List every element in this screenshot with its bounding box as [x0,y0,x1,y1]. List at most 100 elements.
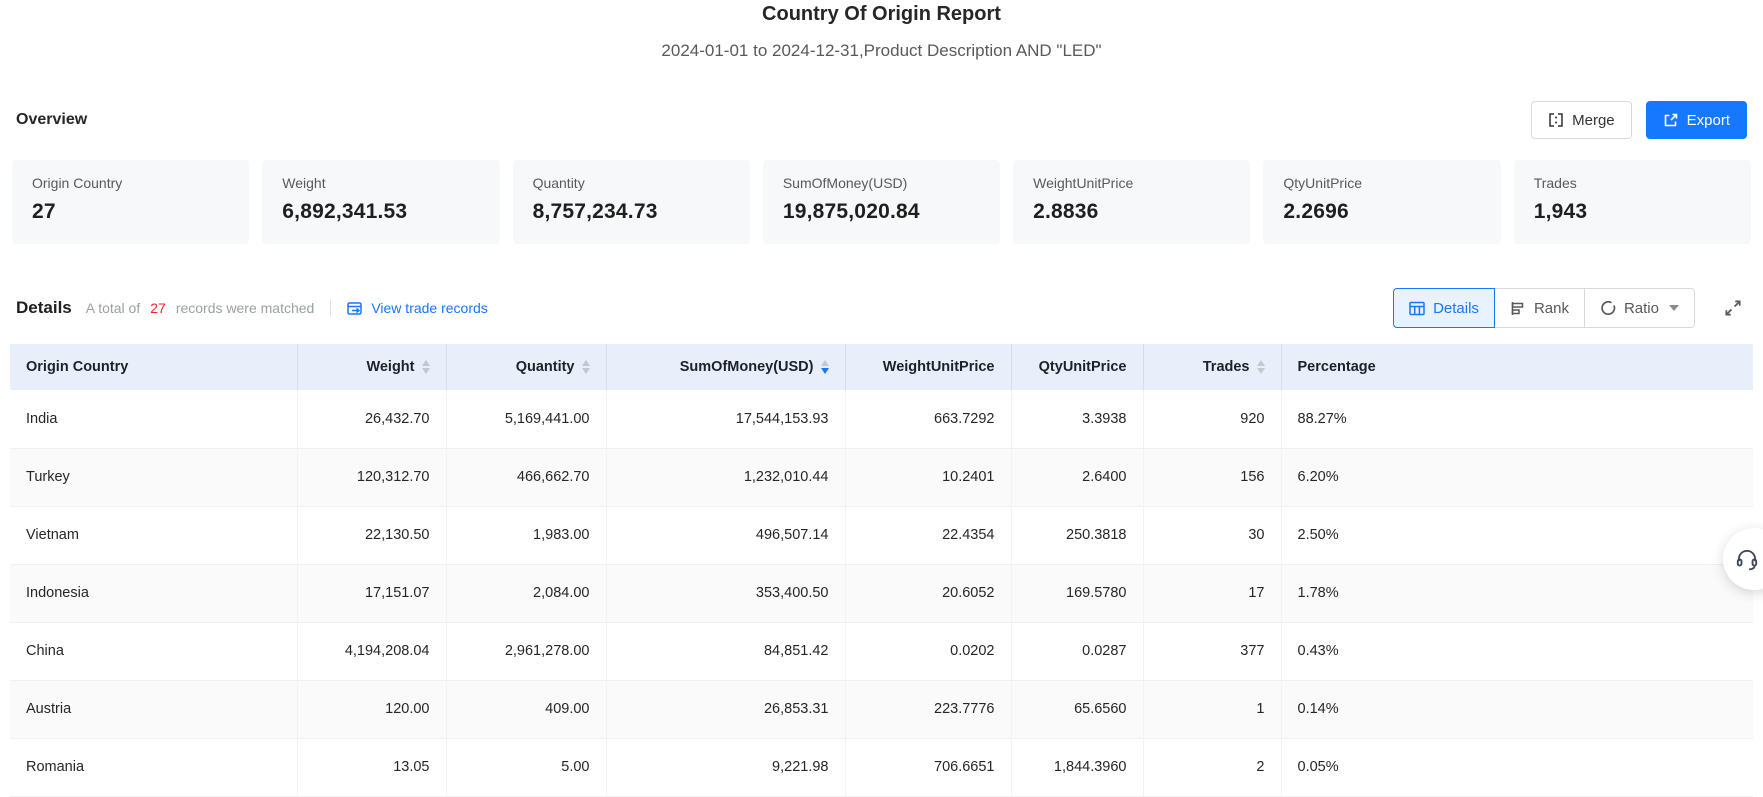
tab-ratio-label: Ratio [1624,300,1659,317]
column-header-wup: WeightUnitPrice [845,344,1011,390]
cell-pct: 88.27% [1281,390,1753,448]
stat-card-qty-unit-price: QtyUnitPrice 2.2696 [1263,160,1500,244]
overview-bar: Overview Merge Export [0,96,1763,144]
headset-icon [1734,546,1760,572]
ratio-pie-icon [1600,300,1616,316]
view-trade-records-link[interactable]: View trade records [347,300,487,316]
cell-country: Turkey [10,448,297,506]
vertical-divider [330,300,331,316]
cell-trades: 2 [1143,738,1281,796]
cell-pct: 2.50% [1281,506,1753,564]
tab-rank[interactable]: Rank [1494,288,1585,328]
sort-icon[interactable] [422,360,430,374]
cell-wup: 706.6651 [845,738,1011,796]
details-match-summary: A total of 27 records were matched [86,300,315,316]
table-row: China4,194,208.042,961,278.0084,851.420.… [10,622,1753,680]
sort-icon[interactable] [582,360,590,374]
cell-weight: 4,194,208.04 [297,622,446,680]
stat-card-sum-of-money: SumOfMoney(USD) 19,875,020.84 [763,160,1000,244]
cell-weight: 13.05 [297,738,446,796]
column-header-pct: Percentage [1281,344,1753,390]
details-left: Details A total of 27 records were match… [16,298,488,318]
column-label: WeightUnitPrice [883,359,995,375]
fullscreen-icon [1723,298,1743,318]
cell-trades: 156 [1143,448,1281,506]
cell-sum: 84,851.42 [606,622,845,680]
details-table-wrap: Origin Country Weight QuantitySumOfMoney(U… [10,344,1753,797]
column-header-trades[interactable]: Trades [1143,344,1281,390]
match-suffix: records were matched [176,300,315,316]
fullscreen-button[interactable] [1719,294,1747,322]
stat-value: 1,943 [1534,200,1731,224]
stat-card-weight-unit-price: WeightUnitPrice 2.8836 [1013,160,1250,244]
column-header-sum[interactable]: SumOfMoney(USD) [606,344,845,390]
cell-quantity: 5.00 [446,738,606,796]
page-title: Country Of Origin Report [0,3,1763,26]
table-row: Austria120.00409.0026,853.31223.777665.6… [10,680,1753,738]
cell-country: China [10,622,297,680]
stat-label: QtyUnitPrice [1283,175,1480,191]
cell-wup: 10.2401 [845,448,1011,506]
column-label: Percentage [1298,359,1376,375]
column-header-quantity[interactable]: Quantity [446,344,606,390]
cell-sum: 353,400.50 [606,564,845,622]
export-icon [1663,112,1679,128]
cell-wup: 20.6052 [845,564,1011,622]
column-header-weight[interactable]: Weight [297,344,446,390]
stat-value: 27 [32,200,229,224]
cell-country: Austria [10,680,297,738]
cell-sum: 496,507.14 [606,506,845,564]
merge-button-label: Merge [1572,112,1615,129]
match-prefix: A total of [86,300,140,316]
merge-button[interactable]: Merge [1531,101,1632,139]
column-label: Weight [366,359,414,375]
cell-qup: 65.6560 [1011,680,1143,738]
details-bar: Details A total of 27 records were match… [0,285,1763,331]
match-count: 27 [146,300,170,316]
cell-country: India [10,390,297,448]
tab-details[interactable]: Details [1393,288,1495,328]
cell-trades: 377 [1143,622,1281,680]
cell-trades: 30 [1143,506,1281,564]
cell-qup: 0.0287 [1011,622,1143,680]
details-right: Details Rank Ratio [1393,288,1747,328]
table-view-icon [1409,301,1425,316]
cell-trades: 920 [1143,390,1281,448]
column-header-country: Origin Country [10,344,297,390]
overview-stats: Origin Country 27 Weight 6,892,341.53 Qu… [12,160,1751,244]
stat-card-weight: Weight 6,892,341.53 [262,160,499,244]
cell-wup: 663.7292 [845,390,1011,448]
sort-icon[interactable] [1257,360,1265,374]
cell-sum: 17,544,153.93 [606,390,845,448]
cell-quantity: 2,084.00 [446,564,606,622]
cell-wup: 22.4354 [845,506,1011,564]
export-button[interactable]: Export [1646,101,1747,139]
column-label: QtyUnitPrice [1039,359,1127,375]
page-subtitle: 2024-01-01 to 2024-12-31,Product Descrip… [0,41,1763,61]
cell-pct: 0.05% [1281,738,1753,796]
sort-icon[interactable] [821,360,829,374]
export-button-label: Export [1687,112,1730,129]
column-label: Origin Country [26,359,128,375]
cell-sum: 1,232,010.44 [606,448,845,506]
merge-icon [1548,112,1564,128]
details-heading: Details [16,298,72,318]
stat-label: WeightUnitPrice [1033,175,1230,191]
tab-ratio[interactable]: Ratio [1584,288,1695,328]
cell-weight: 26,432.70 [297,390,446,448]
stat-value: 19,875,020.84 [783,200,980,224]
stat-label: Quantity [533,175,730,191]
overview-heading: Overview [16,111,87,129]
stat-value: 6,892,341.53 [282,200,479,224]
chevron-down-icon [1669,305,1679,311]
stat-value: 8,757,234.73 [533,200,730,224]
cell-quantity: 409.00 [446,680,606,738]
cell-country: Romania [10,738,297,796]
table-row: Indonesia17,151.072,084.00353,400.5020.6… [10,564,1753,622]
cell-country: Indonesia [10,564,297,622]
cell-country: Vietnam [10,506,297,564]
cell-wup: 223.7776 [845,680,1011,738]
stat-label: SumOfMoney(USD) [783,175,980,191]
tab-details-label: Details [1433,300,1479,317]
stat-card-trades: Trades 1,943 [1514,160,1751,244]
